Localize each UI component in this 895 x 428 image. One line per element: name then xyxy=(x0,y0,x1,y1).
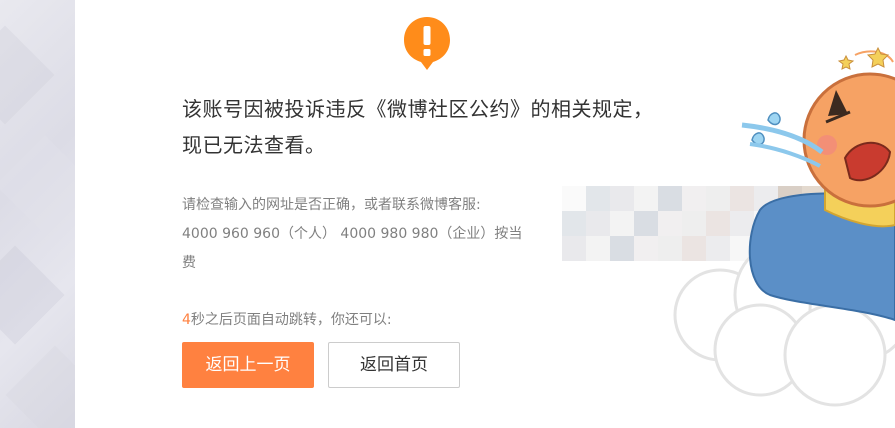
side-background xyxy=(0,0,75,428)
mosaic-tile xyxy=(586,186,610,211)
mosaic-tile xyxy=(610,211,634,236)
mosaic-tile xyxy=(586,211,610,236)
mosaic-tile xyxy=(562,211,586,236)
weibo-mascot-illustration xyxy=(673,46,895,407)
error-description: 请检查输入的网址是否正确，或者联系微博客服: 4000 960 960（个人） … xyxy=(182,191,562,278)
mosaic-tile xyxy=(610,236,634,261)
bg-facet xyxy=(0,245,65,345)
bg-facet xyxy=(0,135,75,235)
desc-line-3: 费 xyxy=(182,255,196,271)
mosaic-tile xyxy=(562,236,586,261)
error-title: 该账号因被投诉违反《微博社区公约》的相关规定，现已无法查看。 xyxy=(182,97,654,157)
mosaic-tile xyxy=(610,186,634,211)
countdown-seconds: 4 xyxy=(182,312,191,328)
exclamation-bubble-icon xyxy=(404,17,450,70)
desc-line-1: 请检查输入的网址是否正确，或者联系微博客服: xyxy=(182,197,481,213)
desc-line-2: 4000 960 960（个人） 4000 980 980（企业）按当 xyxy=(182,226,523,242)
countdown-text: 秒之后页面自动跳转，你还可以: xyxy=(190,312,392,328)
back-button[interactable]: 返回上一页 xyxy=(182,342,314,388)
home-button[interactable]: 返回首页 xyxy=(328,342,460,388)
mosaic-tile xyxy=(562,186,586,211)
mosaic-tile xyxy=(586,236,610,261)
bg-facet xyxy=(5,345,75,428)
redirect-countdown: 4秒之后页面自动跳转，你还可以: xyxy=(182,309,392,329)
bg-facet xyxy=(0,25,55,125)
